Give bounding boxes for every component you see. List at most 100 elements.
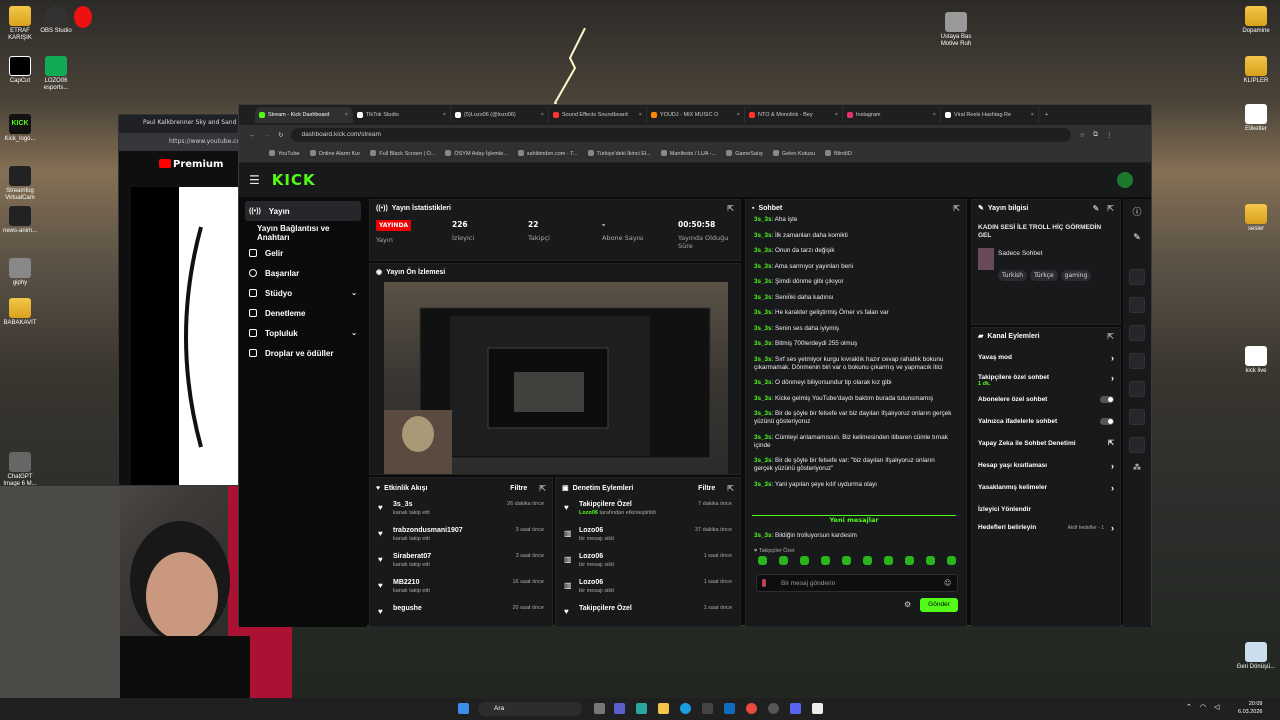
browser-tab[interactable]: Viral Reels Hashtag Re ×	[941, 107, 1039, 123]
close-icon[interactable]: ×	[443, 112, 446, 118]
close-icon[interactable]: ×	[345, 112, 348, 118]
bookmark-item[interactable]: Manifests / LUA -...	[661, 150, 716, 157]
moderation-action[interactable]: Takipçilere Özel	[579, 605, 632, 612]
bookmark-star-icon[interactable]: ☆	[1079, 131, 1085, 139]
desktop-icon-dopamine[interactable]: Dopamine	[1236, 6, 1276, 35]
mod-tool-icon[interactable]	[1129, 269, 1145, 285]
teams-icon[interactable]	[614, 703, 625, 714]
chat-message[interactable]: 3s_3s: Bir de şöyle bir felsefe var biz …	[754, 410, 954, 426]
nav-yayin[interactable]: ((•)) Yayın	[245, 201, 361, 221]
chrome-icon[interactable]	[746, 703, 757, 714]
widgets-icon[interactable]	[636, 703, 647, 714]
hamburger-icon[interactable]: ☰	[249, 173, 260, 187]
windows-start-icon[interactable]	[458, 703, 469, 714]
desktop-icon-sesler[interactable]: sesler	[1236, 204, 1276, 233]
close-icon[interactable]: ×	[1031, 112, 1034, 118]
emote-icon[interactable]	[758, 556, 767, 565]
chat-username[interactable]: 3s_3s	[754, 325, 772, 332]
menu-dots-icon[interactable]: ⋮	[1106, 131, 1113, 139]
chat-message[interactable]: 3s_3s: İlk zamanları daha komikti	[754, 232, 954, 240]
chat-username[interactable]: 3s_3s	[754, 263, 772, 270]
close-icon[interactable]: ×	[933, 112, 936, 118]
task-view-icon[interactable]	[594, 703, 605, 714]
new-messages-divider[interactable]: Yeni mesajlar	[752, 515, 956, 524]
channel-action-item[interactable]: Hedefleri belirleyin Aktif hedefler - 1 ›	[978, 524, 1114, 533]
chat-message[interactable]: 3s_3s: Bir de şöyle bir felsefe var: "bi…	[754, 457, 954, 473]
desktop-icon-lozo[interactable]: LOZO06 esports...	[36, 56, 76, 92]
channel-action-item[interactable]: İzleyici Yönlendir	[978, 506, 1114, 513]
store-icon[interactable]	[702, 703, 713, 714]
table-row[interactable]: ♥ Takipçilere Özel Lozo06 tarafından etkin…	[556, 498, 740, 524]
browser-tab[interactable]: YOUDJ - MIX MUSIC O ×	[647, 107, 745, 123]
desktop-icon-obs[interactable]: OBS Studio	[36, 6, 76, 35]
chat-settings-icon[interactable]: ⚙	[904, 600, 911, 609]
bookmark-item[interactable]: Full Black Screen | O...	[370, 150, 435, 157]
bookmark-item[interactable]: BlindID	[825, 150, 852, 157]
moderation-filter-button[interactable]: Filtre	[698, 485, 715, 492]
youtube-tab[interactable]: Paul Kalkbrenner Sky and Sand	[119, 115, 247, 133]
chat-message[interactable]: 3s_3s: Sırf ses yetmiyor kurgu kıvraklık…	[754, 356, 954, 372]
info-icon[interactable]: ⓘ	[1129, 205, 1145, 221]
emote-icon[interactable]	[779, 556, 788, 565]
channel-action-item[interactable]: Yapay Zeka ile Sohbet Denetimi ⇱	[978, 440, 1114, 447]
activity-user[interactable]: 3s_3s	[393, 501, 430, 508]
emote-icon[interactable]	[905, 556, 914, 565]
chat-message[interactable]: 3s_3s: Onun da tarzı değişik	[754, 247, 954, 255]
chat-input[interactable]: Bir mesaj gönderin	[756, 574, 958, 592]
popout-icon[interactable]: ⇱	[727, 484, 734, 493]
close-icon[interactable]: ×	[737, 112, 740, 118]
table-row[interactable]: ▥ Lozo06 bir mesajı sildi 37 dakika önce	[556, 524, 740, 550]
chat-message[interactable]: 3s_3s: Şimdi dönme gibi çıkıyor	[754, 278, 954, 286]
tray-chevron-icon[interactable]: ⌃	[1186, 703, 1192, 711]
chat-username[interactable]: 3s_3s	[754, 379, 772, 386]
nav-denetleme[interactable]: Denetleme	[239, 303, 367, 323]
desktop-icon-streamfog[interactable]: Streamfog VirtualCam	[0, 166, 40, 202]
browser-tab[interactable]: TikTok Studio ×	[353, 107, 451, 123]
table-row[interactable]: ▥ Lozo06 bir mesajı sildi 1 saat önce	[556, 576, 740, 602]
browser-tab[interactable]: Sound Effects Soundboard ×	[549, 107, 647, 123]
activity-user[interactable]: begushe	[393, 605, 422, 612]
desktop-icon-giphy[interactable]: giphy	[0, 258, 40, 287]
chat-username[interactable]: 3s_3s	[754, 356, 772, 363]
bookmark-item[interactable]: Türkiye'deki İkinci El...	[588, 150, 651, 157]
nav-gelir[interactable]: Gelir	[239, 243, 367, 263]
nav-stream-key[interactable]: Yayın Bağlantısı ve Anahtarı	[239, 223, 367, 243]
desktop-icon-chatgpt[interactable]: ChatGPT Image 6 M...	[0, 452, 40, 488]
nav-droplar[interactable]: Droplar ve ödüller	[239, 343, 367, 363]
chat-username[interactable]: 3s_3s	[754, 434, 772, 441]
mic-icon[interactable]	[762, 579, 766, 587]
discord-icon[interactable]	[790, 703, 801, 714]
chat-username[interactable]: 3s_3s	[754, 278, 772, 285]
activity-user[interactable]: Siraberat07	[393, 553, 431, 560]
chat-username[interactable]: 3s_3s	[754, 481, 772, 488]
stream-tag[interactable]: gaming	[1060, 270, 1092, 281]
bookmark-item[interactable]: YouTube	[269, 150, 300, 157]
edge-icon[interactable]	[680, 703, 691, 714]
emoji-picker-icon[interactable]: ☺	[944, 579, 951, 587]
bookmark-item[interactable]: Online Alarm Kur	[310, 150, 361, 157]
chat-message[interactable]: 3s_3s: He karakter geliştirmiş Ömer vs f…	[754, 309, 954, 317]
back-icon[interactable]: ←	[249, 132, 256, 139]
channel-action-item[interactable]: Takipçilere özel sohbet 1 dk. ›	[978, 374, 1114, 388]
avatar[interactable]	[1117, 172, 1133, 188]
volume-icon[interactable]: ◁	[1214, 703, 1219, 711]
moderation-action[interactable]: Lozo06	[579, 527, 614, 534]
chat-message[interactable]: 3s_3s: Bitmiş 700lerdeydi 255 olmuş	[754, 340, 954, 348]
desktop-icon-etraf[interactable]: ETRAF KARIŞIK	[0, 6, 40, 42]
popout-icon[interactable]: ⇱	[953, 204, 960, 213]
layout-icon[interactable]	[1129, 409, 1145, 425]
close-icon[interactable]: ×	[541, 112, 544, 118]
mail-icon[interactable]	[724, 703, 735, 714]
chat-username[interactable]: 3s_3s	[754, 294, 772, 301]
youtube-video[interactable]	[131, 187, 243, 485]
edit-icon[interactable]: ✎	[1093, 204, 1100, 213]
wrench-icon[interactable]	[1129, 437, 1145, 453]
emote-icon[interactable]	[884, 556, 893, 565]
broadcast-icon[interactable]	[1129, 381, 1145, 397]
moderation-action[interactable]: Lozo06	[579, 553, 614, 560]
emote-icon[interactable]	[947, 556, 956, 565]
popout-icon[interactable]: ⇱	[539, 484, 546, 493]
bookmark-item[interactable]: sahibinden.com - T...	[518, 150, 578, 157]
emote-icon[interactable]	[821, 556, 830, 565]
table-row[interactable]: ♥ Siraberat07 kanalı takip etti 3 saat önce	[370, 550, 552, 576]
